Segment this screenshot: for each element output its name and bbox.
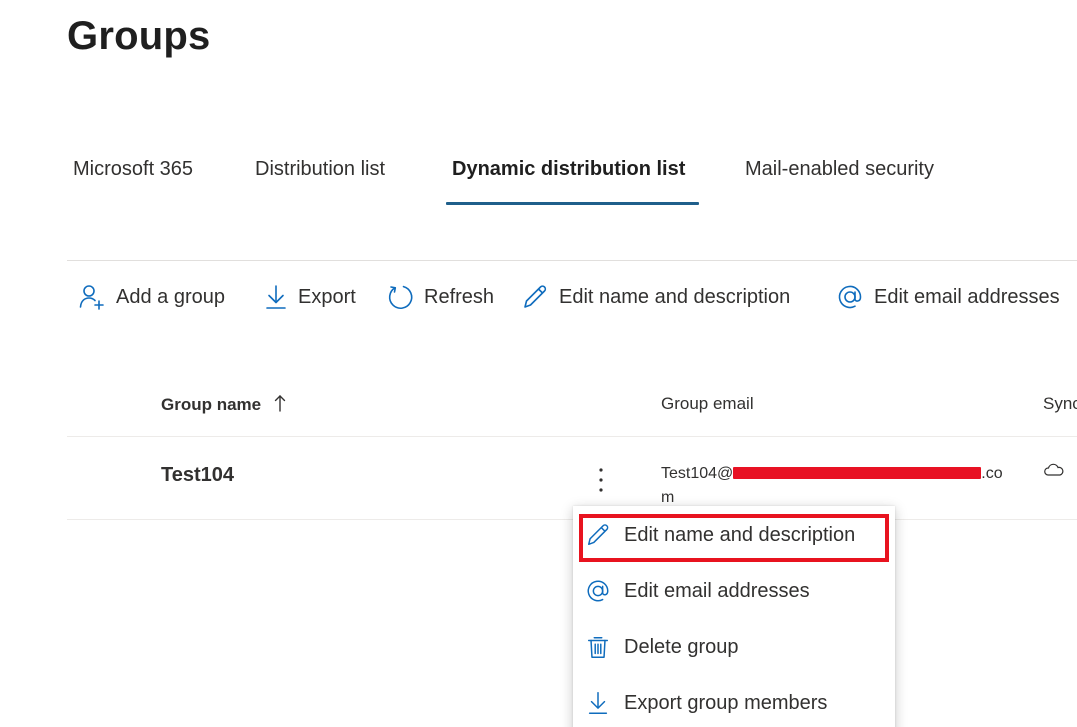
toolbar-divider — [67, 260, 1077, 261]
active-tab-indicator — [446, 202, 699, 205]
group-name-cell: Test104 — [161, 464, 235, 486]
edit-email-label: Edit email addresses — [874, 285, 1060, 308]
at-sign-icon — [585, 578, 611, 604]
tab-distribution-list[interactable]: Distribution list — [255, 158, 385, 181]
page-title: Groups — [67, 14, 211, 58]
refresh-icon — [386, 283, 414, 311]
refresh-label: Refresh — [424, 285, 495, 308]
add-person-icon — [78, 283, 106, 311]
menu-item-label: Export group members — [624, 691, 828, 714]
refresh-button[interactable]: Refresh — [386, 276, 494, 318]
edit-name-button[interactable]: Edit name and description — [521, 276, 790, 318]
row-divider — [67, 519, 1077, 520]
email-wrap: m — [661, 489, 675, 506]
export-label: Export — [298, 285, 356, 308]
column-header-group-name[interactable]: Group name — [161, 394, 286, 417]
row-context-menu: Edit name and description Edit email add… — [573, 506, 895, 727]
menu-item-export-members[interactable]: Export group members — [573, 677, 895, 727]
add-group-button[interactable]: Add a group — [78, 276, 225, 318]
tab-dynamic-distribution-list[interactable]: Dynamic distribution list — [452, 158, 685, 181]
menu-item-label: Edit name and description — [624, 523, 856, 546]
group-type-tabs: Microsoft 365 Distribution list Dynamic … — [0, 150, 1077, 210]
tab-microsoft-365[interactable]: Microsoft 365 — [73, 158, 193, 181]
group-email-cell: Test104@ .co m — [661, 462, 1021, 510]
trash-icon — [585, 634, 611, 660]
redaction-bar — [733, 467, 982, 479]
menu-item-label: Edit email addresses — [624, 579, 810, 602]
column-header-sync[interactable]: Sync — [1043, 394, 1077, 414]
more-vertical-icon — [586, 468, 616, 502]
tab-mail-enabled-security[interactable]: Mail-enabled security — [745, 158, 934, 181]
command-bar: Add a group Export Refresh Edit name and… — [0, 276, 1077, 318]
column-header-group-email[interactable]: Group email — [661, 394, 754, 414]
menu-item-edit-email[interactable]: Edit email addresses — [573, 565, 895, 617]
menu-item-edit-name[interactable]: Edit name and description — [573, 509, 895, 562]
more-actions-button[interactable] — [586, 462, 616, 498]
download-icon — [585, 690, 611, 716]
sort-ascending-icon — [274, 394, 286, 417]
email-prefix: Test104@ — [661, 465, 734, 482]
at-sign-icon — [836, 283, 864, 311]
pencil-icon — [521, 283, 549, 311]
header-divider — [67, 436, 1077, 437]
edit-email-button[interactable]: Edit email addresses — [836, 276, 1060, 318]
add-group-label: Add a group — [116, 285, 225, 308]
pencil-icon — [585, 522, 611, 548]
download-icon — [264, 283, 288, 311]
export-button[interactable]: Export — [264, 276, 356, 318]
edit-name-label: Edit name and description — [559, 285, 791, 308]
menu-item-label: Delete group — [624, 635, 739, 658]
menu-item-delete-group[interactable]: Delete group — [573, 621, 895, 673]
cloud-icon — [1043, 462, 1065, 478]
email-suffix: .co — [981, 465, 1003, 482]
group-name-header-label: Group name — [161, 395, 262, 414]
